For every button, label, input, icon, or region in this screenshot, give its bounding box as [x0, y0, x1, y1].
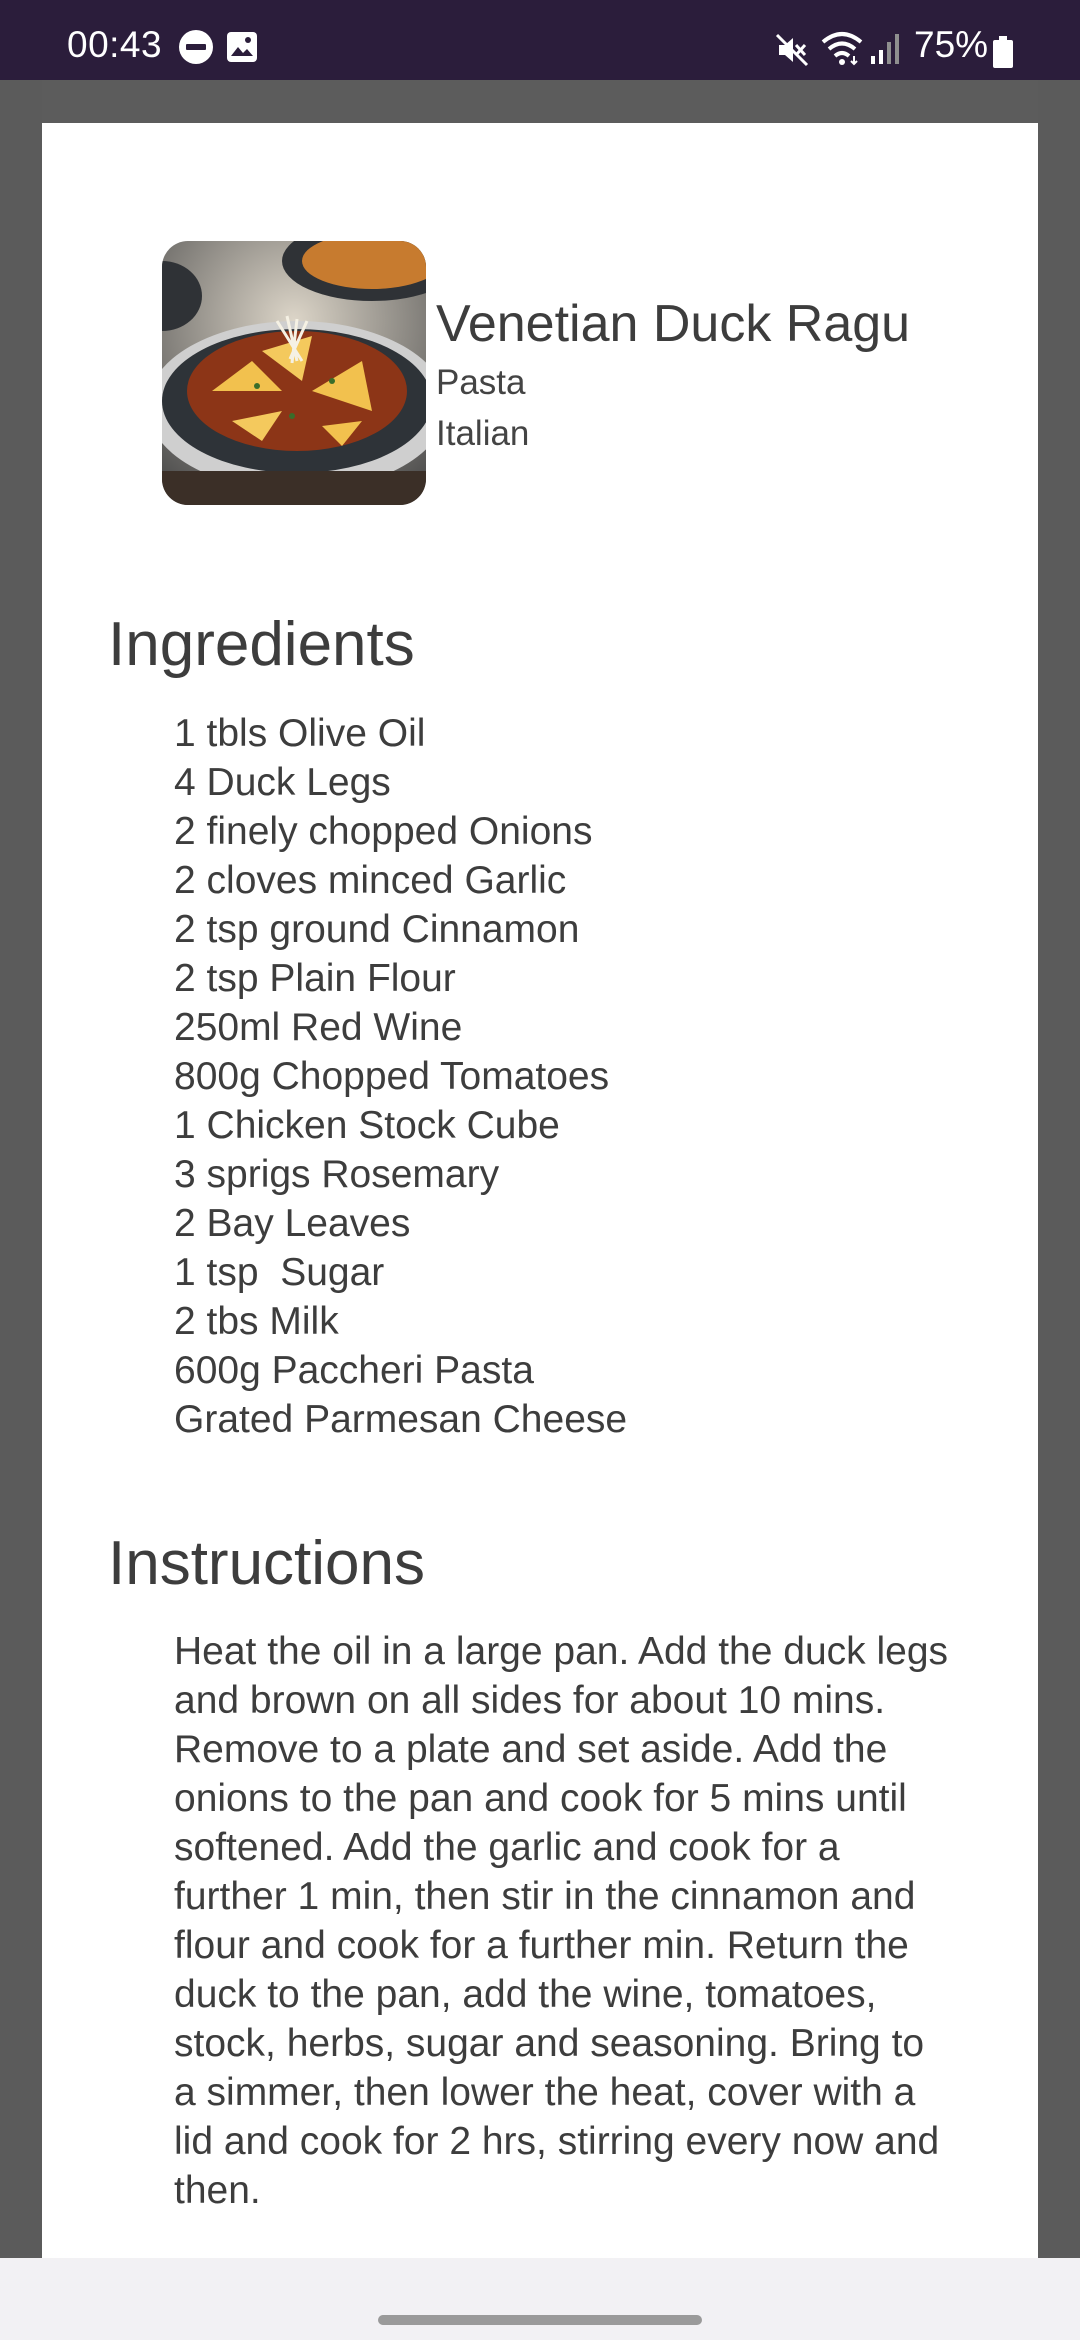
recipe-category: Pasta [436, 363, 526, 402]
recipe-cuisine: Italian [436, 414, 530, 453]
ingredient-item: 2 tbs Milk [174, 1300, 339, 1343]
ingredient-item: 600g Paccheri Pasta [174, 1349, 534, 1392]
ingredient-item: 2 tsp ground Cinnamon [174, 908, 580, 951]
ingredient-item: 2 cloves minced Garlic [174, 859, 567, 902]
scrim-left [0, 80, 42, 2255]
ingredient-item: 2 Bay Leaves [174, 1202, 411, 1245]
signal-icon [871, 34, 899, 64]
recipe-title: Venetian Duck Ragu [436, 295, 911, 353]
battery-icon [993, 36, 1013, 68]
mute-icon [775, 33, 809, 67]
status-time: 00:43 [67, 24, 163, 65]
recipe-image [162, 241, 426, 505]
ingredient-item: 4 Duck Legs [174, 761, 391, 804]
ingredient-item: 2 finely chopped Onions [174, 810, 593, 853]
ingredient-item: 250ml Red Wine [174, 1006, 463, 1049]
scrim-right [1038, 80, 1080, 2255]
home-gesture-handle[interactable] [378, 2315, 702, 2325]
ingredients-heading: Ingredients [108, 610, 415, 679]
instructions-text: Heat the oil in a large pan. Add the duc… [174, 1630, 949, 2212]
ingredient-item: 800g Chopped Tomatoes [174, 1055, 610, 1098]
ingredients-list: 1 tbls Olive Oil 4 Duck Legs 2 finely ch… [174, 709, 627, 1444]
do-not-disturb-icon [179, 30, 213, 64]
ingredient-item: 1 Chicken Stock Cube [174, 1104, 560, 1147]
instructions-heading: Instructions [108, 1529, 426, 1598]
gallery-icon [227, 32, 257, 62]
recipe-detail-card: Venetian Duck Ragu Pasta Italian Ingredi… [42, 123, 1038, 2258]
status-bar: 00:43 75% [0, 0, 1080, 80]
navigation-bar [0, 2258, 1080, 2340]
ingredient-item: 1 tbls Olive Oil [174, 712, 426, 755]
ingredient-item: 3 sprigs Rosemary [174, 1153, 500, 1196]
ingredient-item: 2 tsp Plain Flour [174, 957, 456, 1000]
ingredient-item: Grated Parmesan Cheese [174, 1398, 628, 1441]
wifi-icon [821, 32, 863, 66]
duck-ragu-photo-icon [162, 241, 426, 505]
battery-percent: 75% [914, 24, 989, 65]
ingredient-item: 1 tsp Sugar [174, 1251, 385, 1294]
